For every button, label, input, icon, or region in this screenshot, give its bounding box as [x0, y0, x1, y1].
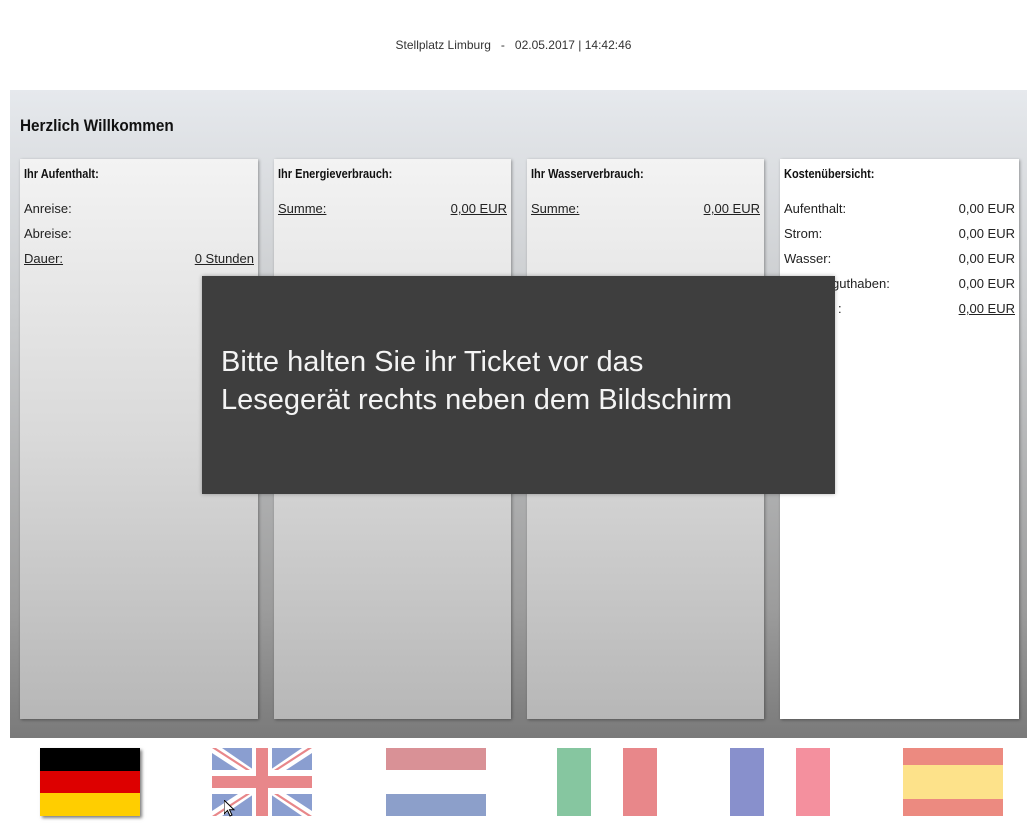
cost-value: 0,00 EUR	[958, 251, 1015, 266]
cost-label: :	[838, 301, 842, 316]
flag-stripe	[386, 770, 486, 794]
cost-value: 0,00 EUR	[958, 226, 1015, 241]
welcome-heading: Herzlich Willkommen	[20, 116, 174, 135]
energy-sum-row: Summe: 0,00 EUR	[278, 201, 507, 217]
ticket-prompt-overlay: Bitte halten Sie ihr Ticket vor das Lese…	[202, 276, 835, 494]
ticket-prompt-line2: Lesegerät rechts neben dem Bildschirm	[221, 384, 732, 416]
flag-stripe	[796, 748, 830, 816]
duration-label: Dauer:	[24, 251, 64, 266]
flag-stripe	[40, 770, 140, 794]
cost-row-power: Strom: 0,00 EUR	[784, 226, 1015, 242]
dutch-flag[interactable]	[386, 748, 486, 816]
energy-sum-label: Summe:	[278, 201, 327, 216]
water-sum-value: 0,00 EUR	[703, 201, 760, 216]
mouse-cursor-icon	[224, 800, 236, 817]
header-datetime: 02.05.2017 | 14:42:46	[514, 38, 632, 52]
cost-row-water: Wasser: 0,00 EUR	[784, 251, 1015, 267]
arrival-row: Anreise:	[24, 201, 254, 217]
departure-label: Abreise:	[24, 226, 72, 241]
ticket-prompt-line1: Bitte halten Sie ihr Ticket vor das	[221, 346, 644, 378]
duration-row: Dauer: 0 Stunden	[24, 251, 254, 267]
flag-stripe	[591, 748, 623, 816]
flag-stripe	[557, 748, 591, 816]
cost-row-stay: Aufenthalt: 0,00 EUR	[784, 201, 1015, 217]
cost-total-value: 0,00 EUR	[958, 301, 1015, 316]
cost-label: Wasser:	[784, 251, 832, 266]
duration-value: 0 Stunden	[194, 251, 254, 266]
energy-panel-title: Ihr Energieverbrauch:	[278, 167, 393, 181]
flag-stripe	[386, 748, 486, 770]
flag-stripe	[386, 794, 486, 816]
energy-sum-value: 0,00 EUR	[450, 201, 507, 216]
location-name: Stellplatz Limburg	[395, 38, 491, 52]
water-sum-row: Summe: 0,00 EUR	[531, 201, 760, 217]
costs-panel-title: Kostenübersicht:	[784, 167, 875, 181]
spanish-flag[interactable]	[903, 748, 1003, 816]
flag-stripe	[40, 748, 140, 771]
cost-label: guthaben:	[832, 276, 890, 291]
stay-panel-title: Ihr Aufenthalt:	[24, 167, 99, 181]
flag-stripe	[903, 748, 1003, 765]
cost-value: 0,00 EUR	[958, 201, 1015, 216]
french-flag[interactable]	[730, 748, 830, 816]
flag-stripe	[903, 765, 1003, 799]
departure-row: Abreise:	[24, 226, 254, 242]
german-flag[interactable]	[40, 748, 140, 816]
ticket-prompt-message: Bitte halten Sie ihr Ticket vor das Lese…	[221, 343, 821, 419]
cost-value: 0,00 EUR	[958, 276, 1015, 291]
water-panel-title: Ihr Wasserverbrauch:	[531, 167, 644, 181]
water-sum-label: Summe:	[531, 201, 580, 216]
flag-stripe	[40, 793, 140, 816]
flag-stripe	[903, 799, 1003, 816]
arrival-label: Anreise:	[24, 201, 72, 216]
flag-stripe	[730, 748, 764, 816]
cost-label: Strom:	[784, 226, 823, 241]
cost-label: Aufenthalt:	[784, 201, 847, 216]
italian-flag[interactable]	[557, 748, 657, 816]
language-bar	[0, 738, 1027, 825]
header-bar: Stellplatz Limburg - 02.05.2017 | 14:42:…	[0, 0, 1027, 90]
flag-stripe	[623, 748, 657, 816]
flag-stripe	[764, 748, 796, 816]
header-separator: -	[500, 38, 505, 52]
